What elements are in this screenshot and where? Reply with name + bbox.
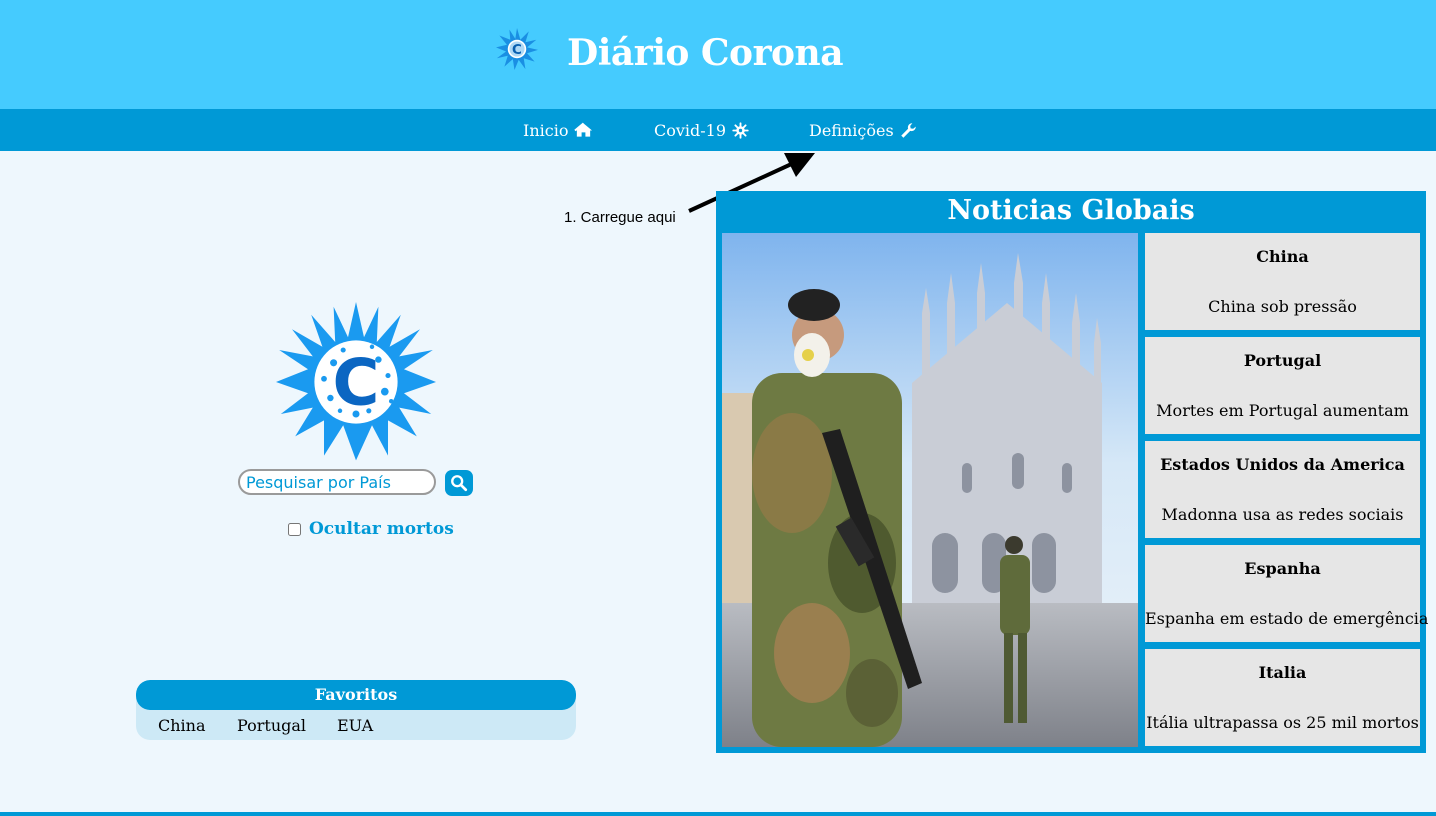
search-input[interactable] [238, 469, 436, 495]
news-photo [722, 233, 1138, 747]
svg-text:C: C [333, 346, 380, 420]
favorite-item[interactable]: China [158, 716, 206, 735]
hide-dead-label: Ocultar mortos [309, 519, 454, 539]
nav-item-label: Covid-19 [654, 120, 727, 140]
site-title: Diário Corona [567, 32, 844, 74]
news-country: Espanha [1244, 559, 1321, 578]
news-headline: Madonna usa as redes sociais [1161, 505, 1404, 524]
news-card[interactable]: Italia Itália ultrapassa os 25 mil morto… [1145, 649, 1420, 746]
news-country: Portugal [1243, 351, 1322, 370]
virus-icon [732, 121, 749, 139]
nav-item-inicio[interactable]: Inicio [523, 109, 593, 151]
favorite-item[interactable]: EUA [337, 716, 373, 735]
home-icon [574, 122, 593, 137]
news-headline: Mortes em Portugal aumentam [1156, 401, 1409, 420]
search-icon [451, 475, 468, 492]
svg-text:C: C [512, 43, 522, 58]
news-country: China [1256, 247, 1309, 266]
footer-divider [0, 812, 1436, 816]
nav-item-label: Definições [809, 120, 894, 140]
news-headline: Itália ultrapassa os 25 mil mortos [1146, 713, 1419, 732]
search-button[interactable] [445, 470, 473, 496]
favorites-title: Favoritos [136, 680, 576, 710]
favorite-item[interactable]: Portugal [237, 716, 306, 735]
news-headline: China sob pressão [1208, 297, 1357, 316]
hide-dead-row: Ocultar mortos [288, 519, 454, 539]
news-headline: Espanha em estado de emergência [1145, 609, 1429, 628]
news-card[interactable]: China China sob pressão [1145, 233, 1420, 330]
site-header: C Diário Corona [0, 0, 1436, 109]
news-card[interactable]: Espanha Espanha em estado de emergência [1145, 545, 1429, 642]
favorites-panel: Favoritos China Portugal EUA [136, 680, 576, 740]
nav-item-definicoes[interactable]: Definições [809, 109, 917, 151]
news-country: Italia [1258, 663, 1307, 682]
global-news-panel: Noticias Globais China China sob pressão… [716, 191, 1429, 753]
wrench-icon [900, 122, 916, 138]
news-country: Estados Unidos da America [1160, 455, 1405, 474]
corona-logo-icon: C [276, 302, 436, 461]
news-card[interactable]: Estados Unidos da America Madonna usa as… [1145, 441, 1420, 538]
annotation-label: 1. Carregue aqui [564, 209, 676, 226]
corona-logo-icon: C [496, 28, 538, 70]
news-panel-title: Noticias Globais [947, 195, 1195, 226]
news-card[interactable]: Portugal Mortes em Portugal aumentam [1145, 337, 1420, 434]
hide-dead-checkbox[interactable] [288, 522, 301, 536]
nav-item-label: Inicio [523, 120, 569, 140]
